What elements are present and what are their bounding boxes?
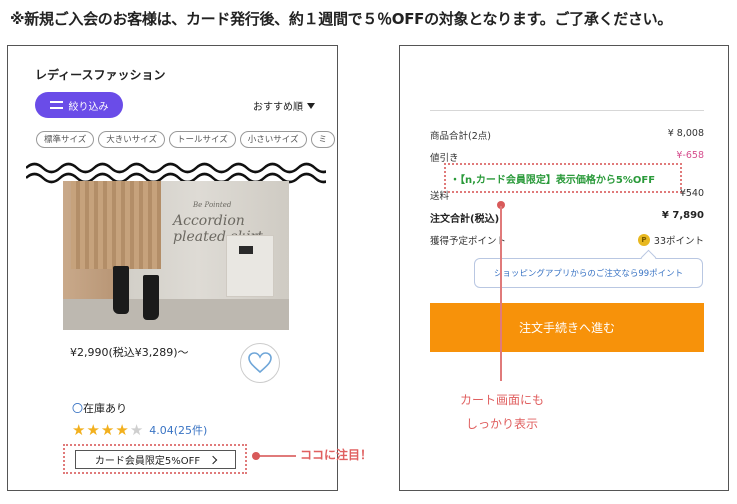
boot-graphic: [143, 275, 159, 320]
boot-graphic: [113, 266, 129, 314]
filter-button[interactable]: 絞り込み: [35, 92, 123, 118]
star-icon: ★: [72, 420, 86, 439]
summary-value: ¥ 7,890: [661, 210, 704, 221]
summary-value: ¥ 8,008: [667, 128, 704, 139]
summary-row: 獲得予定ポイント P 33ポイント: [430, 233, 704, 247]
summary-label: 値引き: [430, 153, 459, 164]
chevron-right-icon: [208, 455, 218, 464]
star-empty-icon: ★: [129, 420, 144, 439]
checkout-button[interactable]: 注文手続きへ進む: [430, 303, 704, 352]
app-points-bubble[interactable]: ショッピングアプリからのご注文なら99ポイント: [474, 258, 703, 288]
favorite-button[interactable]: [240, 343, 280, 383]
filter-button-label: 絞り込み: [68, 101, 109, 113]
summary-row: 値引き ¥-658: [430, 150, 704, 164]
points-value: P 33ポイント: [637, 233, 704, 247]
checkout-button-label: 注文手続きへ進む: [518, 321, 615, 335]
product-price: ¥2,990(税込¥3,289)〜: [70, 346, 189, 359]
chevron-down-icon: [307, 102, 315, 109]
rating: ★ ★ ★ ★ ★ 4.04(25件): [72, 422, 207, 438]
size-chip[interactable]: トールサイズ: [169, 131, 236, 148]
member-discount-label: カード会員限定5%OFF: [94, 456, 201, 467]
sort-label: おすすめ順: [253, 102, 303, 113]
summary-label: 獲得予定ポイント: [430, 236, 507, 247]
discount-note: ・【n,カード会員限定】表示価格から5%OFF: [450, 175, 656, 186]
summary-row: 注文合計(税込) ¥ 7,890: [430, 210, 704, 225]
cart-panel: 商品合計(2点) ¥ 8,008 値引き ¥-658 ・【n,カード会員限定】表…: [399, 45, 729, 491]
summary-row: 商品合計(2点) ¥ 8,008: [430, 128, 704, 142]
summary-label: 注文合計(税込): [430, 214, 500, 225]
sort-dropdown[interactable]: おすすめ順: [253, 98, 315, 113]
product-image[interactable]: Be Pointed Accordion pleated skirt: [63, 181, 289, 330]
summary-row: 送料 ¥540: [430, 188, 704, 202]
star-icon: ★: [100, 420, 115, 439]
size-chip[interactable]: 標準サイズ: [36, 131, 95, 148]
filter-icon: [49, 101, 63, 109]
rating-text[interactable]: 4.04(25件): [149, 422, 207, 438]
star-icon: ★: [86, 420, 100, 439]
product-box-graphic: [226, 235, 274, 297]
member-highlight: カード会員限定5%OFF: [63, 444, 247, 474]
size-chip[interactable]: ミ: [310, 131, 336, 148]
stock-label: 在庫あり: [83, 402, 127, 415]
point-coin-icon: P: [637, 234, 650, 246]
callout-note: カート画面にも しっかり表示: [459, 393, 544, 431]
divider: [430, 110, 704, 111]
callout-line: [500, 206, 502, 381]
callout-line: [254, 455, 296, 457]
heart-icon: [248, 352, 272, 374]
product-list-panel: レディースファッション 絞り込み おすすめ順 標準サイズ 大きいサイズ トールサ…: [7, 45, 338, 491]
skirt-graphic: [71, 181, 161, 269]
summary-value: ¥-658: [676, 150, 704, 161]
summary-label: 送料: [430, 191, 450, 202]
size-chip-list: 標準サイズ 大きいサイズ トールサイズ 小さいサイズ ミ: [36, 131, 336, 148]
star-icon: ★: [115, 420, 129, 439]
summary-value: ¥540: [679, 188, 704, 199]
notice-text: ※新規ご入会のお客様は、カード発行後、約１週間で５％OFFの対象となります。ご了…: [10, 10, 673, 28]
callout-note: ココに注目！: [300, 448, 373, 462]
callout-dot: [252, 452, 260, 460]
app-points-text: ショッピングアプリからのご注文なら99ポイント: [493, 269, 684, 279]
size-chip[interactable]: 大きいサイズ: [98, 131, 165, 148]
category-title: レディースファッション: [35, 68, 166, 82]
stock-status: 〇在庫あり: [72, 400, 127, 416]
floor-graphic: [63, 299, 289, 330]
member-discount-button[interactable]: カード会員限定5%OFF: [75, 450, 236, 469]
size-chip[interactable]: 小さいサイズ: [239, 131, 307, 148]
summary-label: 商品合計(2点): [430, 131, 491, 142]
stock-icon: 〇: [72, 402, 83, 415]
